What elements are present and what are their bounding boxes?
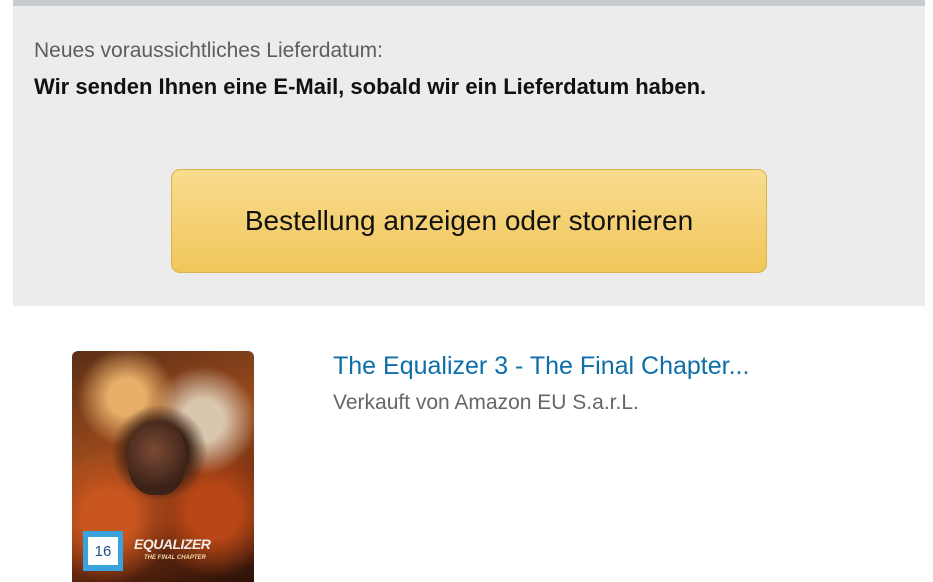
product-seller: Verkauft von Amazon EU S.a.r.L. — [333, 391, 639, 414]
poster-subtitle: THE FINAL CHAPTER — [144, 555, 206, 561]
poster-title: EQUALIZER — [134, 536, 211, 552]
delivery-date-message: Wir senden Ihnen eine E-Mail, sobald wir… — [34, 74, 707, 99]
age-rating-number: 16 — [88, 537, 118, 565]
view-or-cancel-order-button[interactable]: Bestellung anzeigen oder stornieren — [171, 169, 767, 273]
delivery-date-label: Neues voraussichtliches Lieferdatum: — [34, 39, 384, 62]
delivery-panel: Neues voraussichtliches Lieferdatum: Wir… — [13, 0, 925, 306]
product-cover-image[interactable]: 16 EQUALIZER THE FINAL CHAPTER — [72, 351, 254, 582]
product-title-link[interactable]: The Equalizer 3 - The Final Chapter... — [333, 352, 749, 381]
poster-figure — [128, 421, 186, 495]
age-rating-badge: 16 — [83, 531, 123, 571]
